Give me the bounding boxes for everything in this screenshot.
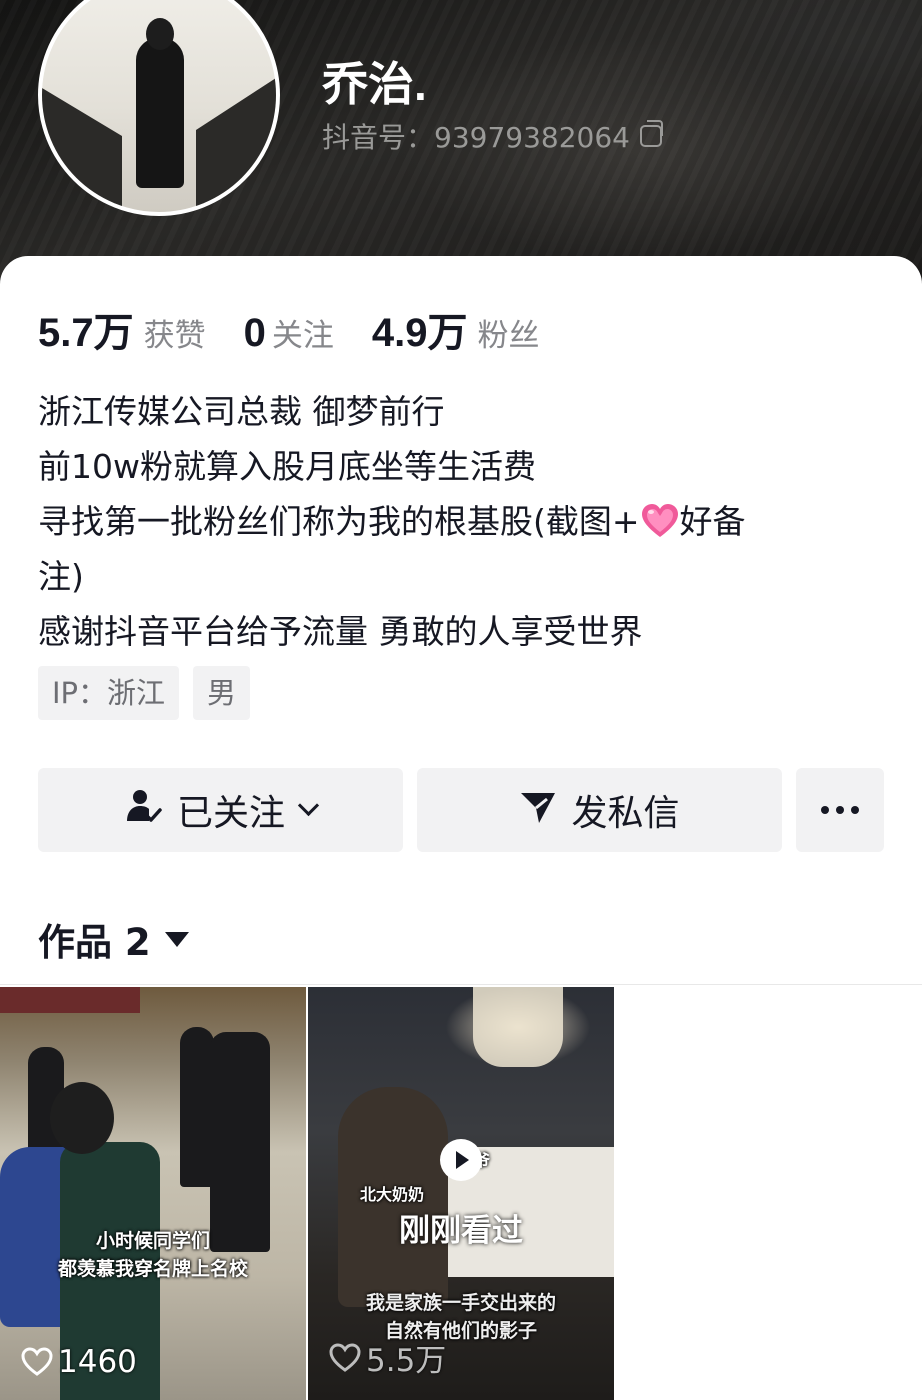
bio: 浙江传媒公司总裁 御梦前行 前10w粉就算入股月底坐等生活费 寻找第一批粉丝们称…: [38, 384, 858, 659]
stat-fans-value: 4.9万: [371, 311, 468, 355]
thumb-boy-head: [50, 1082, 114, 1154]
stat-following-value: 0: [243, 311, 266, 355]
stat-following[interactable]: 0 关注: [244, 310, 334, 356]
gender-tag: 男: [193, 666, 251, 720]
copy-icon[interactable]: [639, 120, 663, 147]
action-buttons: 已关注 发私信: [38, 768, 884, 852]
bio-line-text: 好备: [679, 502, 746, 541]
stat-likes[interactable]: 5.7万 获赞: [38, 300, 206, 358]
video-likes: 5.5万: [328, 1335, 446, 1380]
avatar[interactable]: [38, 0, 280, 216]
douyin-id-text: 抖音号：93979382064: [322, 121, 630, 154]
profile-tags: IP：浙江 男: [38, 666, 251, 720]
avatar-person: [136, 38, 184, 188]
video-caption: 小时候同学们 都羡慕我穿名牌上名校: [0, 1227, 306, 1283]
followed-button[interactable]: 已关注: [38, 768, 403, 852]
stat-likes-value: 5.7万: [38, 311, 134, 355]
video-likes-count: 5.5万: [366, 1343, 447, 1379]
chevron-down-icon: [297, 794, 320, 816]
more-button[interactable]: [796, 768, 884, 852]
video-thumbnail[interactable]: 爷爷 北大奶奶 刚刚看过 我是家族一手交出来的 自然有他们的影子 5.5万: [308, 987, 614, 1400]
stat-likes-label: 获赞: [143, 318, 206, 354]
thumb-figure: [180, 1027, 214, 1187]
thumb-awning: [0, 987, 140, 1013]
stat-following-label: 关注: [271, 318, 334, 354]
more-dots-icon: [821, 806, 859, 814]
heart-outline-icon: [329, 1342, 361, 1372]
send-message-button[interactable]: 发私信: [417, 768, 782, 852]
paper-plane-icon: [519, 787, 557, 834]
stats-row: 5.7万 获赞 0 关注 4.9万 粉丝: [38, 300, 539, 358]
recently-watched-label: 刚刚看过: [399, 1213, 523, 1249]
bio-line-text: 寻找第一批粉丝们称为我的根基股(截图+: [38, 502, 640, 541]
bio-line: 感谢抖音平台给予流量 勇敢的人享受世界: [38, 612, 643, 651]
video-likes-count: 1460: [58, 1344, 137, 1380]
video-thumbnail[interactable]: 小时候同学们 都羡慕我穿名牌上名校 1460: [0, 987, 306, 1400]
thumb-figure: [210, 1032, 270, 1252]
bio-line: 浙江传媒公司总裁 御梦前行: [38, 392, 445, 431]
caret-down-icon: [164, 931, 189, 947]
send-message-label: 发私信: [571, 793, 680, 834]
heart-outline-icon: [21, 1347, 53, 1376]
avatar-person-head: [146, 18, 174, 50]
douyin-id[interactable]: 抖音号：93979382064: [322, 116, 663, 156]
play-icon[interactable]: [440, 1139, 482, 1181]
video-caption-line: 我是家族一手交出来的: [365, 1292, 556, 1314]
video-caption-line: 都羡慕我穿名牌上名校: [57, 1258, 248, 1280]
avatar-stair-right: [196, 78, 276, 208]
video-caption-line: 小时候同学们: [95, 1230, 210, 1252]
thumb-lamp: [473, 987, 563, 1067]
profile-name: 乔治.: [322, 58, 427, 110]
video-likes: 1460: [20, 1344, 137, 1380]
pink-heart-icon: [641, 504, 678, 537]
profile-banner: 乔治. 抖音号：93979382064: [0, 0, 922, 300]
user-check-icon: [125, 787, 163, 834]
works-label: 作品 2: [38, 921, 151, 964]
bio-line: 前10w粉就算入股月底坐等生活费: [38, 447, 536, 486]
avatar-stair-left: [42, 88, 122, 208]
bio-line: 寻找第一批粉丝们称为我的根基股(截图+ 好备: [38, 494, 858, 549]
stat-fans[interactable]: 4.9万 粉丝: [372, 300, 540, 358]
section-divider: [0, 984, 922, 985]
works-tab[interactable]: 作品 2: [38, 912, 189, 966]
bio-line: 注): [38, 557, 84, 596]
ip-location-tag: IP：浙江: [38, 666, 180, 720]
followed-label: 已关注: [176, 793, 285, 834]
stat-fans-label: 粉丝: [477, 318, 540, 354]
